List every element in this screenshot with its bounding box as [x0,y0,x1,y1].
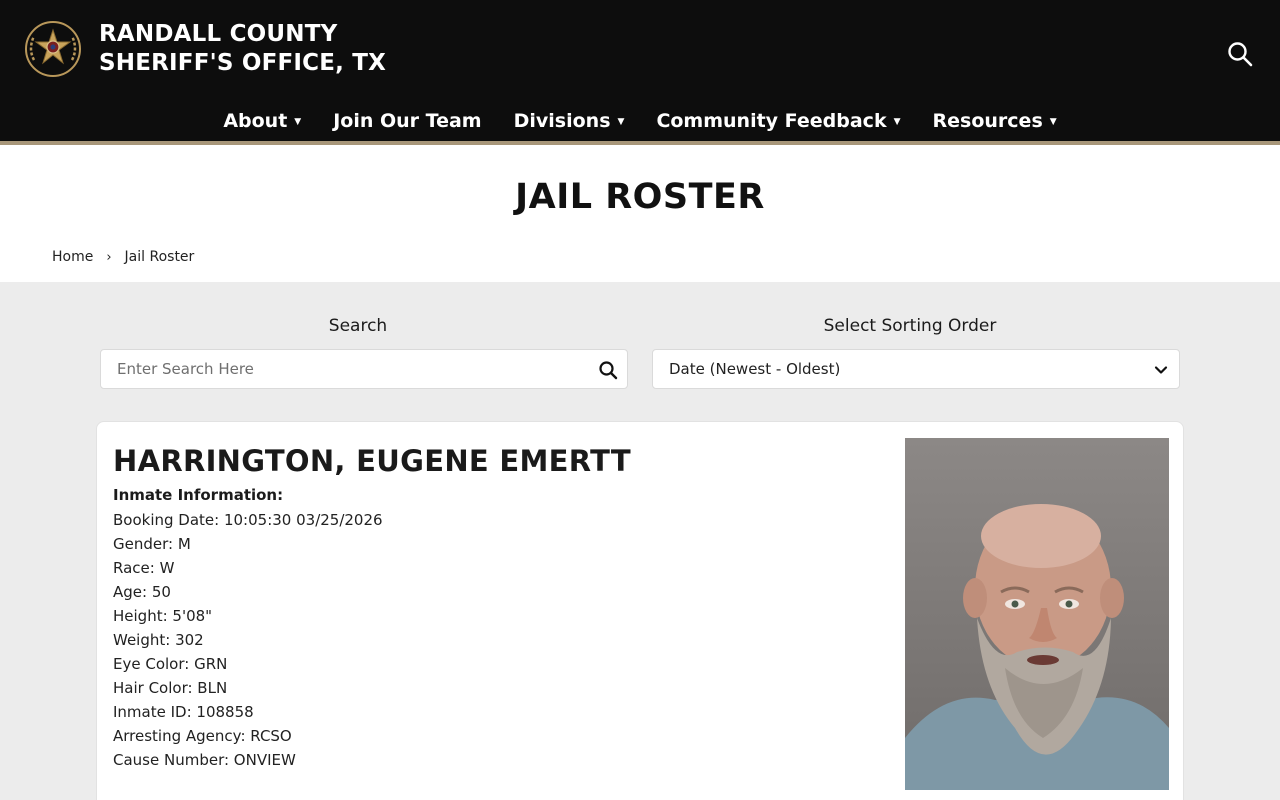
sheriff-star-badge-icon[interactable] [24,20,82,78]
site-title-line2: SHERIFF'S OFFICE, TX [99,50,387,76]
inmate-info-heading: Inmate Information: [113,486,284,504]
nav-item-label: Resources [932,110,1043,132]
inmate-id: Inmate ID: 108858 [113,703,254,721]
booking-date: Booking Date: 10:05:30 03/25/2026 [113,511,383,529]
search-icon[interactable] [598,360,618,380]
weight: Weight: 302 [113,631,204,649]
search-icon[interactable] [1226,40,1254,68]
page-title: JAIL ROSTER [515,177,765,217]
search-field [100,349,628,389]
nav-item-join-our-team[interactable]: Join Our Team [333,110,481,132]
cause-number: Cause Number: ONVIEW [113,751,296,769]
nav-item-about[interactable]: About ▼ [223,110,301,132]
inmate-info-list: Booking Date: 10:05:30 03/25/2026 Gender… [113,508,383,772]
site-title[interactable]: RANDALL COUNTY SHERIFF'S OFFICE, TX [99,20,386,78]
chevron-right-icon: › [106,249,112,265]
race: Race: W [113,559,175,577]
inmate-name[interactable]: HARRINGTON, EUGENE EMERTT [113,444,631,478]
nav-item-label: Divisions [513,110,611,132]
breadcrumb: Home › Jail Roster [52,249,194,265]
gender: Gender: M [113,535,191,553]
caret-down-icon: ▼ [893,117,901,127]
search-label: Search [328,316,388,336]
nav-item-resources[interactable]: Resources ▼ [933,110,1057,132]
inmate-mugshot-photo [905,438,1169,790]
breadcrumb-current: Jail Roster [124,249,195,265]
page-title-section: JAIL ROSTER Home › Jail Roster [0,145,1280,282]
caret-down-icon: ▼ [294,117,302,127]
arresting-agency: Arresting Agency: RCSO [113,727,292,745]
nav-item-label: Community Feedback [656,110,887,132]
height: Height: 5'08" [113,607,213,625]
nav-item-label: Join Our Team [333,110,482,132]
hair-color: Hair Color: BLN [113,679,228,697]
eye-color: Eye Color: GRN [113,655,228,673]
caret-down-icon: ▼ [1049,117,1057,127]
inmate-card: HARRINGTON, EUGENE EMERTT Inmate Informa… [96,421,1184,800]
nav-item-label: About [223,110,288,132]
nav-item-divisions[interactable]: Divisions ▼ [514,110,625,132]
site-header: RANDALL COUNTY SHERIFF'S OFFICE, TX Abou… [0,0,1280,141]
main-navigation: About ▼ Join Our Team Divisions ▼ Commun… [0,105,1280,137]
chevron-down-icon [1154,366,1168,374]
search-input[interactable] [101,350,581,388]
caret-down-icon: ▼ [617,117,625,127]
sort-order-select[interactable]: Date (Newest - Oldest) [652,349,1180,389]
age: Age: 50 [113,583,171,601]
breadcrumb-home-link[interactable]: Home [52,249,93,265]
sort-label: Select Sorting Order [823,316,997,336]
sort-selected-value: Date (Newest - Oldest) [669,360,841,378]
nav-item-community-feedback[interactable]: Community Feedback ▼ [656,110,900,132]
site-title-line1: RANDALL COUNTY [99,21,338,47]
